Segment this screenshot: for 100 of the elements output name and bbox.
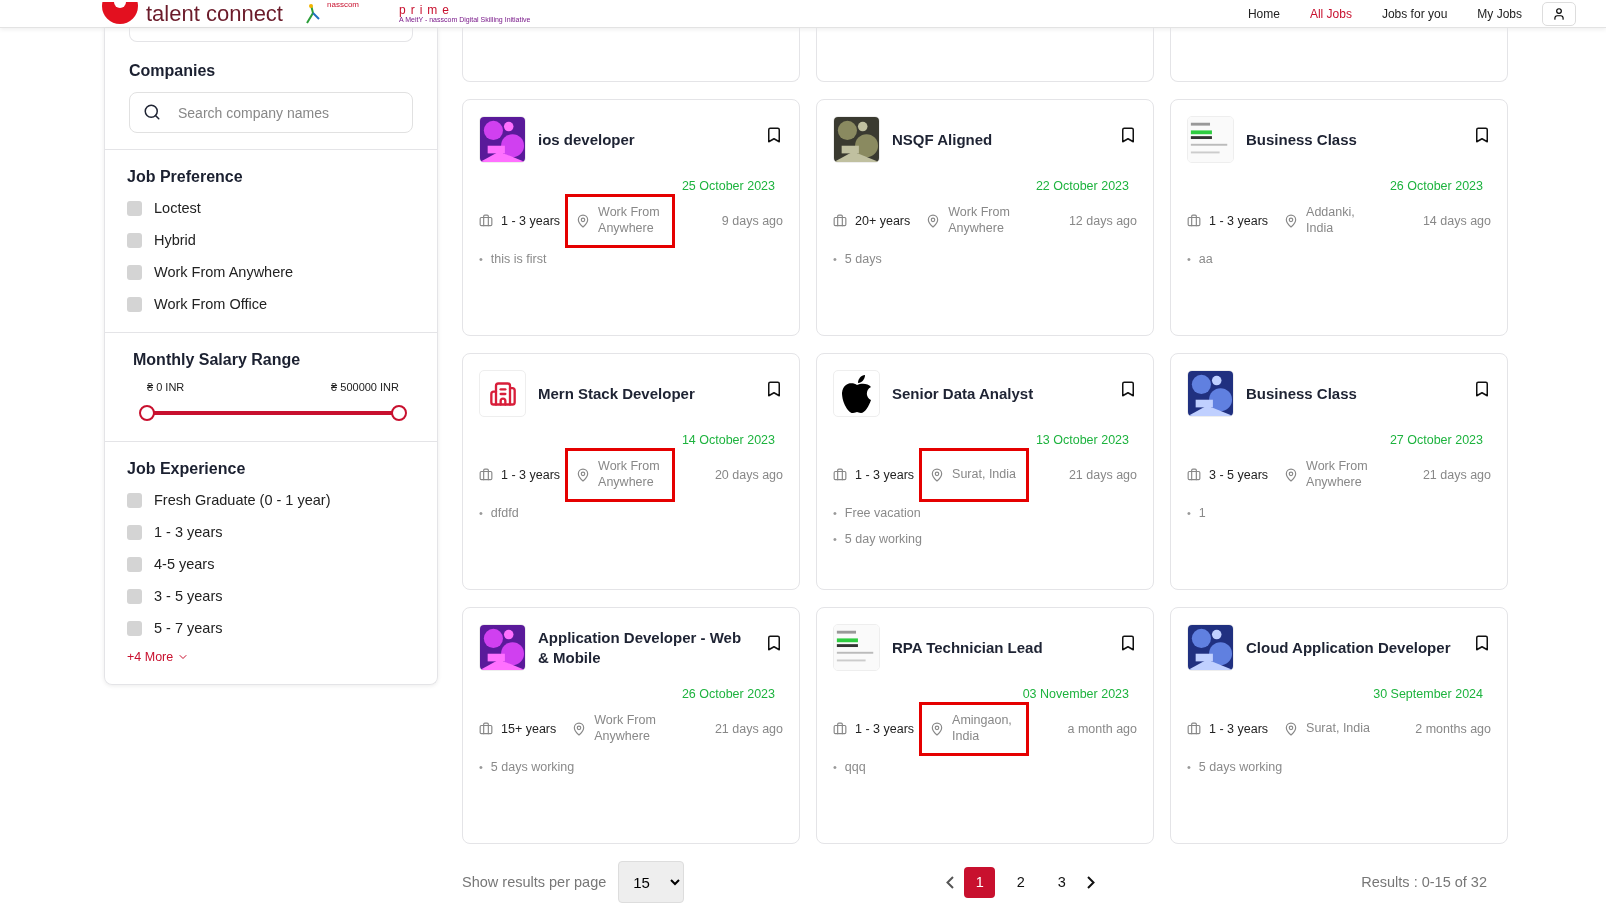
posted-date: 30 September 2024: [1373, 687, 1483, 701]
experience-text: 1 - 3 years: [1209, 214, 1269, 228]
nav-link[interactable]: Home: [1247, 6, 1280, 21]
bullet-mark: •: [1187, 506, 1191, 521]
job-card[interactable]: RPA Technician Lead 03 November 2023 1 - 3 years Amingaon, India a month ago • qqq: [816, 607, 1154, 844]
per-page-label: Show results per page: [462, 874, 607, 890]
experience-checkbox[interactable]: 4-5 years: [127, 554, 413, 574]
posted-date: 27 October 2023: [1389, 433, 1483, 447]
chevron-right-icon: [1087, 875, 1096, 889]
experience-checkbox[interactable]: 5 - 7 years: [127, 618, 413, 638]
bullet-mark: •: [1187, 252, 1191, 267]
job-card[interactable]: Application Developer - Web & Mobile 26 October 2023 15+ years Work From Anywhere 21 days ago • 5 days working: [462, 607, 800, 844]
job-card[interactable]: Mern Stack Developer 14 October 2023 1 - 3 years Work From Anywhere 20 days ago • dfdfd: [462, 353, 800, 590]
posted-date: 25 October 2023: [681, 179, 775, 193]
preference-checkbox[interactable]: Hybrid: [127, 230, 413, 250]
bookmark-button[interactable]: [765, 634, 783, 652]
previous-page-button[interactable]: [946, 875, 955, 889]
job-card[interactable]: Business Class 27 October 2023 3 - 5 years Work From Anywhere 21 days ago • 1: [1170, 353, 1508, 590]
bullet-mark: •: [833, 531, 837, 547]
location-pin-icon: [1284, 214, 1299, 228]
location-text: Amingaon, India: [952, 713, 1013, 745]
bullet-mark: •: [479, 252, 483, 267]
bullet-mark: •: [833, 760, 837, 775]
perk-item: aa: [1198, 251, 1213, 268]
location-pin-icon: [930, 468, 945, 482]
company-search-field[interactable]: Search company names: [129, 92, 413, 133]
bookmark-button[interactable]: [765, 380, 783, 398]
section-title: Job Preference: [127, 168, 244, 186]
briefcase-icon: [1187, 214, 1201, 228]
page-button[interactable]: 2: [1005, 866, 1037, 898]
job-title: NSQF Aligned: [892, 129, 994, 150]
perk-item: dfdfd: [490, 505, 519, 522]
results-count: Results : 0-15 of 32: [1361, 874, 1487, 890]
bookmark-button[interactable]: [1473, 126, 1491, 144]
job-card[interactable]: Senior Data Analyst 13 October 2023 1 - 3 years Surat, India 21 days ago • Free vacation • 5 day working: [816, 353, 1154, 590]
perk-item: qqq: [844, 759, 866, 776]
section-title: Monthly Salary Range: [133, 351, 302, 369]
experience-text: 1 - 3 years: [501, 214, 561, 228]
job-title: ios developer: [538, 129, 636, 150]
bullet-mark: •: [833, 252, 837, 267]
nav-link[interactable]: All Jobs: [1309, 6, 1352, 21]
location-pin-icon: [576, 468, 591, 482]
page-button[interactable]: 3: [1046, 866, 1078, 898]
job-card[interactable]: NSQF Aligned 22 October 2023 20+ years Work From Anywhere 12 days ago • 5 days: [816, 99, 1154, 336]
posted-ago: 12 days ago: [1068, 214, 1137, 228]
preference-checkbox[interactable]: Loctest: [127, 198, 413, 218]
posted-date: 14 October 2023: [681, 433, 775, 447]
perk-item: 5 days: [844, 251, 882, 268]
briefcase-icon: [1187, 468, 1201, 482]
bullet-mark: •: [1187, 760, 1191, 775]
job-card[interactable]: Business Class 26 October 2023 1 - 3 years Addanki, India 14 days ago • aa: [1170, 99, 1508, 336]
posted-date: 26 October 2023: [681, 687, 775, 701]
job-title: Senior Data Analyst: [892, 383, 1035, 404]
experience-text: 15+ years: [501, 722, 557, 736]
experience-text: 1 - 3 years: [501, 468, 561, 482]
briefcase-icon: [479, 214, 493, 228]
perk-item: 5 days working: [1198, 759, 1283, 776]
perk-item: 5 days working: [490, 759, 575, 776]
bookmark-button[interactable]: [1119, 126, 1137, 144]
page-button[interactable]: 1: [964, 866, 996, 898]
per-page-select[interactable]: 15: [618, 861, 685, 903]
preference-checkbox[interactable]: Work From Anywhere: [127, 262, 413, 282]
next-page-button[interactable]: [1087, 875, 1096, 889]
preference-checkbox[interactable]: Work From Office: [127, 294, 413, 314]
posted-date: 13 October 2023: [1035, 433, 1129, 447]
location-pin-icon: [576, 214, 591, 228]
location-pin-icon: [1284, 722, 1299, 736]
posted-ago: 21 days ago: [714, 722, 783, 736]
bookmark-button[interactable]: [1473, 380, 1491, 398]
posted-ago: a month ago: [1067, 722, 1137, 736]
experience-checkbox[interactable]: Fresh Graduate (0 - 1 year): [127, 490, 413, 510]
bookmark-button[interactable]: [1473, 634, 1491, 652]
user-button[interactable]: [1542, 1, 1576, 26]
chevron-left-icon: [946, 875, 955, 889]
search-icon: [143, 103, 161, 121]
more-link[interactable]: +4 More: [127, 650, 413, 664]
location-text: Work From Anywhere: [598, 459, 661, 491]
job-card[interactable]: ios developer 25 October 2023 1 - 3 years Work From Anywhere 9 days ago • this is first: [462, 99, 800, 336]
slider-handle[interactable]: [391, 405, 407, 421]
range-max-label: ₴ 500000 INR: [331, 381, 399, 393]
job-title: RPA Technician Lead: [892, 637, 1044, 658]
bookmark-button[interactable]: [1119, 634, 1137, 652]
job-card[interactable]: Cloud Application Developer 30 September 2024 1 - 3 years Surat, India 2 months ago • 5 days working: [1170, 607, 1508, 844]
location-text: Surat, India: [1306, 721, 1371, 737]
section-title: Job Experience: [127, 460, 247, 478]
salary-slider[interactable]: [139, 405, 407, 421]
experience-checkbox[interactable]: 1 - 3 years: [127, 522, 413, 542]
posted-date: 22 October 2023: [1035, 179, 1129, 193]
experience-checkbox[interactable]: 3 - 5 years: [127, 586, 413, 606]
bookmark-button[interactable]: [765, 126, 783, 144]
briefcase-icon: [479, 468, 493, 482]
bookmark-button[interactable]: [1119, 380, 1137, 398]
briefcase-icon: [479, 722, 493, 736]
nav-link[interactable]: My Jobs: [1477, 6, 1522, 21]
slider-handle[interactable]: [139, 405, 155, 421]
bullet-mark: •: [479, 506, 483, 521]
nav-link[interactable]: Jobs for you: [1381, 6, 1448, 21]
briefcase-icon: [833, 722, 847, 736]
section-title: Companies: [129, 62, 217, 80]
bullet-mark: •: [479, 760, 483, 775]
